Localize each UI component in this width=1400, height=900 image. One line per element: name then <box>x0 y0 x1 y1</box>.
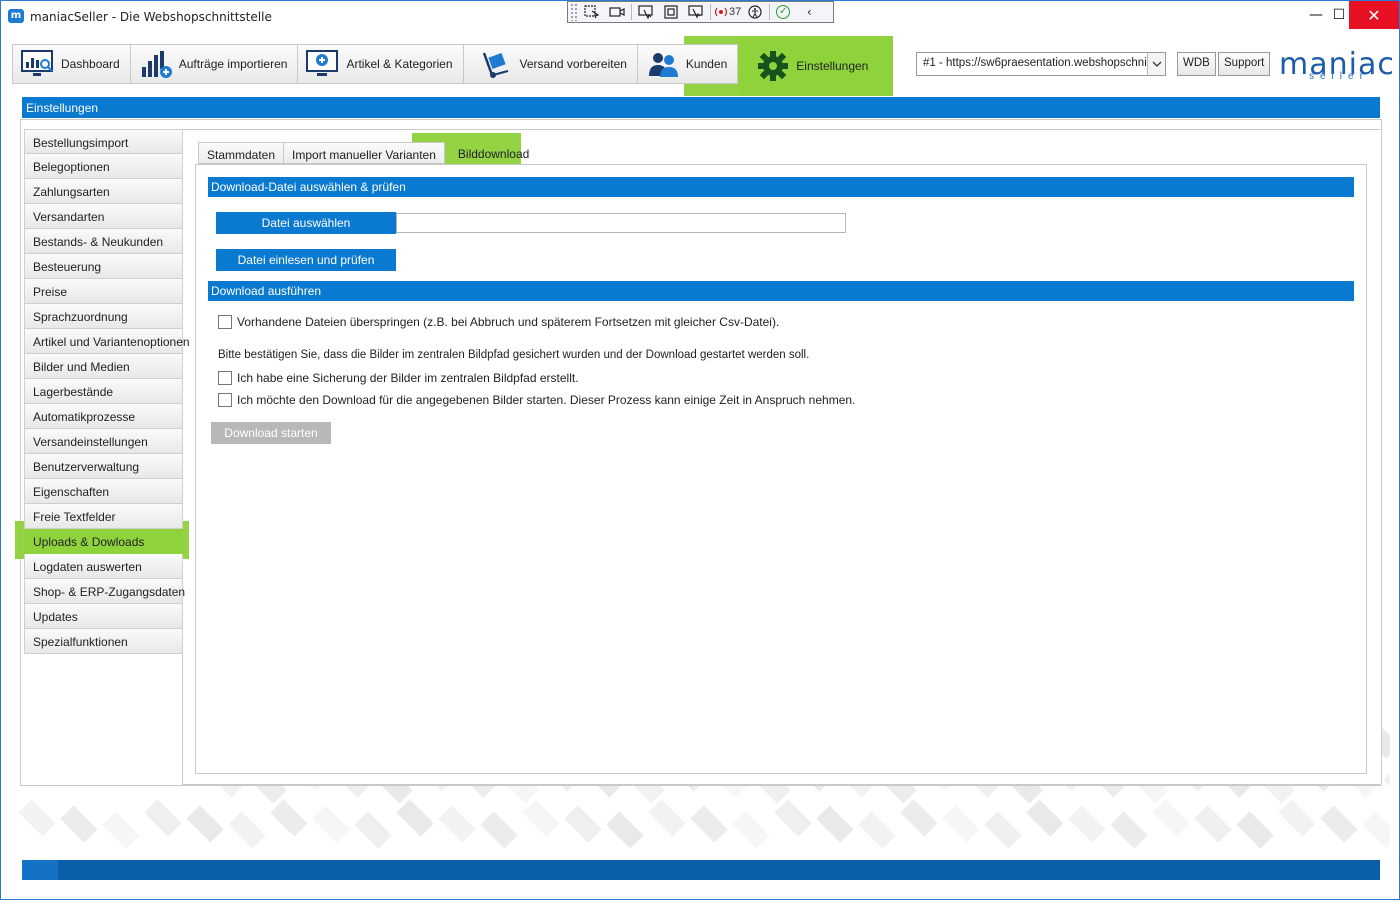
chevron-down-icon[interactable] <box>1147 53 1165 75</box>
customers-icon <box>646 49 680 79</box>
status-bar <box>22 860 1380 880</box>
file-path-field[interactable] <box>396 213 846 233</box>
confirm-backup-checkbox[interactable] <box>218 371 232 385</box>
subtab-import-varianten[interactable]: Import manueller Varianten <box>284 142 445 164</box>
accessibility-icon[interactable] <box>744 3 766 21</box>
sidebar-item[interactable]: Bilder und Medien <box>24 354 183 379</box>
skip-existing-label: Vorhandene Dateien überspringen (z.B. be… <box>237 315 780 329</box>
confirm-backup-label: Ich habe eine Sicherung der Bilder im ze… <box>237 371 579 385</box>
window-title: maniacSeller - Die Webshopschnittstelle <box>30 10 272 24</box>
tab-label-orders: Aufträge importieren <box>178 57 288 71</box>
sidebar-item[interactable]: Uploads & Dowloads <box>24 529 183 554</box>
skip-existing-checkbox[interactable] <box>218 315 232 329</box>
confirm-backup-option[interactable]: Ich habe eine Sicherung der Bilder im ze… <box>218 371 579 385</box>
gear-icon <box>756 51 790 81</box>
shop-select-value: #1 - https://sw6praesentation.webshopsch… <box>923 57 1157 69</box>
confirm-start-label: Ich möchte den Download für die angegebe… <box>237 393 856 407</box>
subtab-stammdaten[interactable]: Stammdaten <box>198 142 285 164</box>
tab-label-customers: Kunden <box>685 57 728 71</box>
confirm-start-option[interactable]: Ich möchte den Download für die angegebe… <box>218 393 855 407</box>
sidebar-item[interactable]: Sprachzuordnung <box>24 304 183 329</box>
confirm-instructions: Bitte bestätigen Sie, dass die Bilder im… <box>218 349 810 361</box>
tab-dashboard[interactable]: Dashboard <box>12 44 131 84</box>
close-button[interactable]: ✕ <box>1349 1 1399 29</box>
shop-select[interactable]: #1 - https://sw6praesentation.webshopsch… <box>916 52 1166 76</box>
tab-shipping[interactable]: Versand vorbereiten <box>463 44 638 84</box>
sidebar-item[interactable]: Preise <box>24 279 183 304</box>
sidebar-item[interactable]: Lagerbestände <box>24 379 183 404</box>
sidebar-item[interactable]: Shop- & ERP-Zugangsdaten <box>24 579 185 604</box>
tab-orders-import[interactable]: Aufträge importieren <box>130 44 299 84</box>
sidebar-item[interactable]: Versandeinstellungen <box>24 429 183 454</box>
sidebar-item[interactable]: Spezialfunktionen <box>24 629 183 654</box>
video-icon[interactable] <box>606 3 628 21</box>
tab-label-settings: Einstellungen <box>796 59 869 73</box>
skip-existing-option[interactable]: Vorhandene Dateien überspringen (z.B. be… <box>218 315 779 329</box>
sidebar-item[interactable]: Besteuerung <box>24 254 183 279</box>
sidebar-item[interactable]: Zahlungsarten <box>24 179 183 204</box>
wdb-button[interactable]: WDB <box>1177 52 1216 76</box>
sidebar-item[interactable]: Bestands- & Neukunden <box>24 229 183 254</box>
file-section-heading: Download-Datei auswählen & prüfen <box>208 177 1354 197</box>
app-window: m maniacSeller - Die Webshopschnittstell… <box>0 0 1400 900</box>
start-download-button[interactable]: Download starten <box>211 422 331 444</box>
tab-articles[interactable]: Artikel & Kategorien <box>298 44 464 84</box>
grip-icon[interactable] <box>570 3 578 21</box>
main-nav: Dashboard Aufträge importieren Artikel &… <box>12 36 894 96</box>
check-icon[interactable]: ✓ <box>776 5 791 19</box>
articles-icon <box>306 49 340 79</box>
app-logo-icon: m <box>8 9 24 23</box>
select-element-icon[interactable] <box>581 3 603 21</box>
pointer-icon[interactable] <box>635 3 657 21</box>
choose-file-button[interactable]: Datei auswählen <box>216 212 396 234</box>
tab-settings[interactable]: Einstellungen <box>738 36 894 96</box>
tab-label-shipping: Versand vorbereiten <box>519 57 627 71</box>
section-title: Einstellungen <box>22 97 1380 118</box>
sidebar-item[interactable]: Belegoptionen <box>24 154 183 179</box>
debug-toolbar: 37 ✓ ‹ <box>567 1 834 23</box>
collapse-icon[interactable]: ‹ <box>798 3 820 21</box>
check-file-button[interactable]: Datei einlesen und prüfen <box>216 249 396 271</box>
sidebar-item[interactable]: Updates <box>24 604 183 629</box>
track-focus-icon[interactable] <box>685 3 707 21</box>
sidebar-item[interactable]: Logdaten auswerten <box>24 554 183 579</box>
download-section-heading: Download ausführen <box>208 281 1354 301</box>
settings-sidebar: Bestellungsimport Belegoptionen Zahlungsar… <box>24 129 190 654</box>
support-button[interactable]: Support <box>1218 52 1271 76</box>
sidebar-item[interactable]: Freie Textfelder <box>24 504 183 529</box>
frame-icon[interactable] <box>660 3 682 21</box>
sidebar-item[interactable]: Artikel und Variantenoptionen <box>24 329 190 354</box>
sidebar-item[interactable]: Bestellungsimport <box>24 129 183 154</box>
sidebar-item[interactable]: Eigenschaften <box>24 479 183 504</box>
live-region-icon[interactable] <box>714 3 728 21</box>
logo-sub: seller <box>1309 71 1369 82</box>
sidebar-item[interactable]: Automatikprozesse <box>24 404 183 429</box>
tab-label-articles: Artikel & Kategorien <box>346 57 453 71</box>
title-bar: m maniacSeller - Die Webshopschnittstell… <box>1 1 1399 31</box>
dashboard-icon <box>21 49 55 79</box>
confirm-start-checkbox[interactable] <box>218 393 232 407</box>
tab-label-dashboard: Dashboard <box>61 57 120 71</box>
shipping-icon <box>480 49 514 79</box>
sidebar-item[interactable]: Versandarten <box>24 204 183 229</box>
maniac-seller-logo: maniac seller <box>1279 45 1394 85</box>
orders-icon <box>139 49 173 79</box>
tab-customers[interactable]: Kunden <box>637 44 739 84</box>
sidebar-item[interactable]: Benutzerverwaltung <box>24 454 183 479</box>
issue-count: 37 <box>729 6 742 18</box>
